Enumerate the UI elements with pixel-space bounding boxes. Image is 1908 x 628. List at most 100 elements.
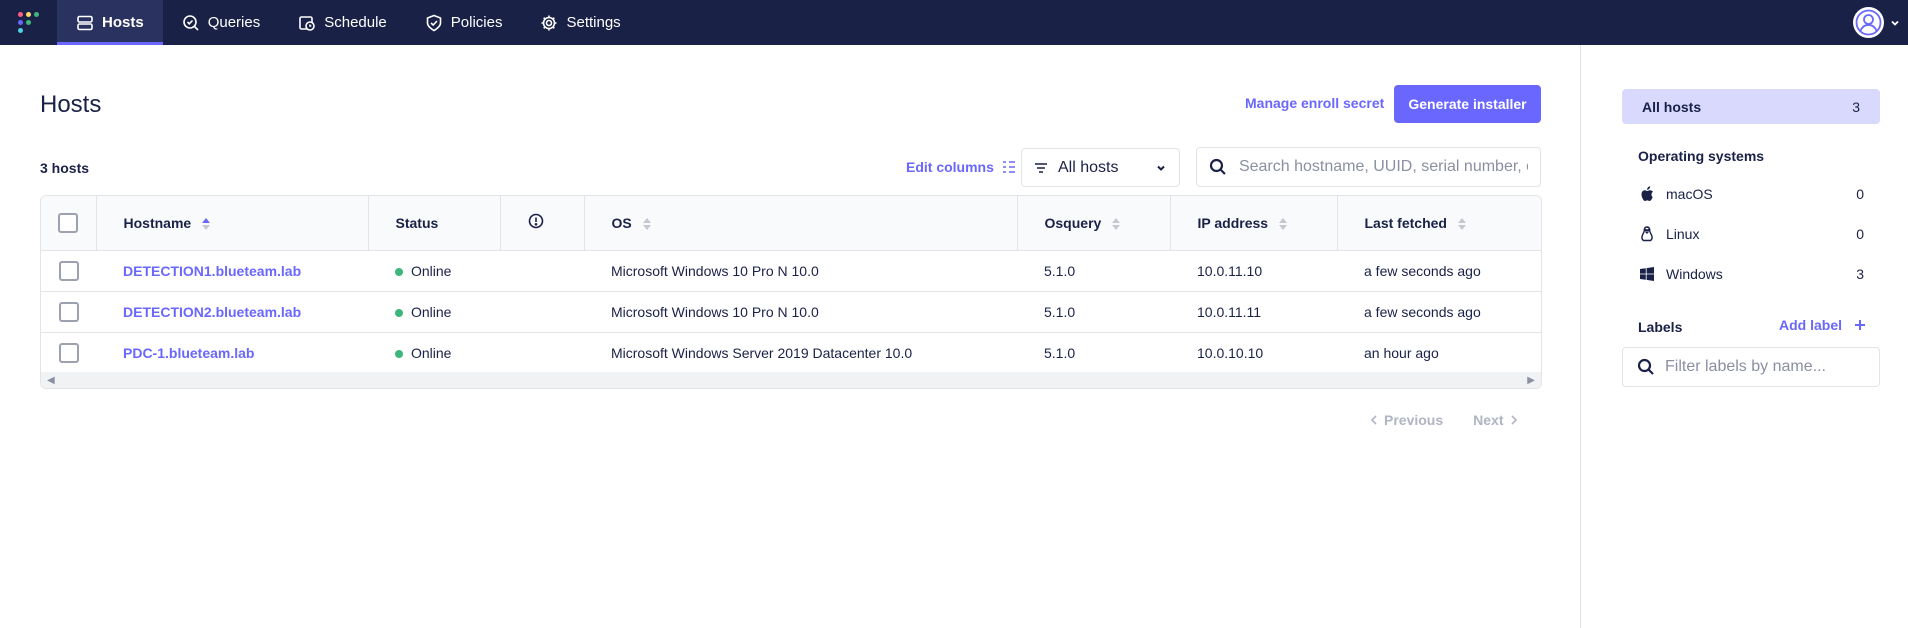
ip-cell: 10.0.10.10: [1197, 344, 1264, 361]
next-label: Next: [1473, 412, 1504, 428]
online-status-dot: [395, 349, 403, 358]
main-content: Hosts Manage enroll secret Generate inst…: [0, 45, 1580, 628]
avatar[interactable]: [1853, 7, 1884, 38]
hosts-icon: [77, 15, 93, 30]
last-fetched-cell: a few seconds ago: [1364, 262, 1481, 279]
col-last-fetched[interactable]: Last fetched: [1337, 196, 1541, 251]
col-osquery[interactable]: Osquery: [1017, 196, 1171, 251]
col-os-label: OS: [611, 214, 632, 231]
row-select-cell: [41, 332, 96, 373]
table-row[interactable]: DETECTION1.blueteam.lab Online Microsoft…: [41, 250, 1541, 291]
last-fetched-cell: a few seconds ago: [1364, 303, 1481, 320]
hostname-link[interactable]: DETECTION1.blueteam.lab: [123, 263, 301, 279]
col-os[interactable]: OS: [584, 196, 1018, 251]
search-input[interactable]: [1238, 158, 1528, 176]
nav-hosts-label: Hosts: [102, 14, 144, 31]
chevron-left-icon: [1370, 415, 1377, 425]
generate-installer-button[interactable]: Generate installer: [1394, 85, 1541, 123]
scroll-left-icon[interactable]: ◀: [47, 375, 55, 386]
host-search[interactable]: [1196, 147, 1541, 187]
horizontal-scrollbar[interactable]: ◀ ▶: [41, 372, 1541, 388]
os-cell: Microsoft Windows 10 Pro N 10.0: [611, 303, 819, 320]
hostname-link[interactable]: DETECTION2.blueteam.lab: [123, 304, 301, 320]
add-label-text: Add label: [1779, 317, 1843, 333]
online-status-dot: [395, 308, 403, 317]
col-status-label: Status: [395, 214, 439, 231]
row-checkbox[interactable]: [58, 342, 79, 363]
nav-settings[interactable]: Settings: [521, 0, 639, 45]
host-filter-dropdown[interactable]: All hosts: [1021, 148, 1180, 187]
logo-icon: [18, 12, 39, 33]
nav-settings-label: Settings: [566, 14, 621, 31]
row-select-cell: [41, 291, 96, 332]
plus-icon: [1855, 320, 1866, 330]
last-fetched-cell: an hour ago: [1364, 344, 1439, 361]
col-hostname[interactable]: Hostname: [96, 196, 369, 251]
os-filter-macos[interactable]: macOS 0: [1638, 186, 1864, 202]
ip-cell: 10.0.11.11: [1197, 303, 1262, 320]
queries-icon: [182, 14, 199, 31]
select-all-checkbox[interactable]: [58, 212, 79, 233]
nav-schedule[interactable]: Schedule: [279, 0, 406, 45]
nav-hosts[interactable]: Hosts: [57, 0, 163, 45]
host-count: 3 hosts: [40, 160, 90, 176]
fleet-logo[interactable]: [0, 0, 57, 45]
sort-icon: [642, 217, 651, 230]
osquery-cell: 5.1.0: [1044, 262, 1076, 279]
all-hosts-count: 3: [1852, 98, 1860, 115]
col-issues[interactable]: [500, 196, 585, 251]
next-button[interactable]: Next: [1473, 412, 1517, 428]
chevron-down-icon: [1891, 20, 1899, 26]
os-cell: Microsoft Windows 10 Pro N 10.0: [611, 262, 819, 279]
manage-enroll-secret-button[interactable]: Manage enroll secret: [1245, 95, 1384, 111]
row-checkbox[interactable]: [58, 260, 79, 281]
nav-schedule-label: Schedule: [324, 14, 387, 31]
add-label-button[interactable]: Add label: [1779, 317, 1866, 333]
table-row[interactable]: PDC-1.blueteam.lab Online Microsoft Wind…: [41, 332, 1541, 373]
hostname-link[interactable]: PDC-1.blueteam.lab: [123, 345, 254, 361]
user-menu[interactable]: [1853, 0, 1908, 45]
os-label: Windows: [1666, 266, 1723, 282]
label-filter[interactable]: [1622, 347, 1880, 387]
os-section-title: Operating systems: [1638, 148, 1765, 164]
chevron-down-icon: [1157, 165, 1165, 171]
windows-icon: [1638, 267, 1656, 281]
linux-penguin-icon: [1638, 226, 1656, 242]
label-filter-input[interactable]: [1665, 358, 1865, 376]
nav-queries[interactable]: Queries: [163, 0, 280, 45]
os-filter-linux[interactable]: Linux 0: [1638, 226, 1864, 242]
nav-queries-label: Queries: [207, 14, 261, 31]
col-hostname-label: Hostname: [123, 214, 192, 231]
columns-icon: [1002, 161, 1015, 173]
sort-ascending-icon: [202, 217, 211, 230]
col-ip-address[interactable]: IP address: [1170, 196, 1338, 251]
previous-button[interactable]: Previous: [1370, 412, 1443, 428]
row-select-cell: [41, 250, 96, 291]
search-icon: [1209, 158, 1226, 175]
edit-columns-button[interactable]: Edit columns: [906, 159, 1016, 175]
osquery-cell: 5.1.0: [1044, 303, 1076, 320]
row-checkbox[interactable]: [58, 301, 79, 322]
filter-icon: [1035, 162, 1047, 173]
all-hosts-filter[interactable]: All hosts 3: [1622, 89, 1880, 124]
settings-icon: [541, 15, 557, 30]
select-all-cell: [41, 196, 97, 251]
col-status[interactable]: Status: [368, 196, 501, 251]
issues-cell: [500, 291, 584, 332]
search-icon: [1637, 358, 1654, 375]
online-status-dot: [395, 267, 403, 276]
nav-policies[interactable]: Policies: [406, 0, 522, 45]
osquery-cell: 5.1.0: [1044, 344, 1076, 361]
schedule-icon: [299, 15, 316, 31]
scroll-right-icon[interactable]: ▶: [1527, 375, 1535, 386]
labels-section-title: Labels: [1638, 319, 1683, 335]
table-row[interactable]: DETECTION2.blueteam.lab Online Microsoft…: [41, 291, 1541, 332]
policies-icon: [426, 14, 442, 31]
chevron-right-icon: [1510, 415, 1517, 425]
all-hosts-label: All hosts: [1642, 98, 1702, 115]
os-filter-windows[interactable]: Windows 3: [1638, 266, 1864, 282]
issues-icon: [528, 213, 543, 229]
os-label: macOS: [1666, 186, 1713, 202]
user-avatar-icon: [1855, 9, 1882, 36]
side-panel: All hosts 3 Operating systems macOS 0 Li…: [1580, 45, 1908, 628]
